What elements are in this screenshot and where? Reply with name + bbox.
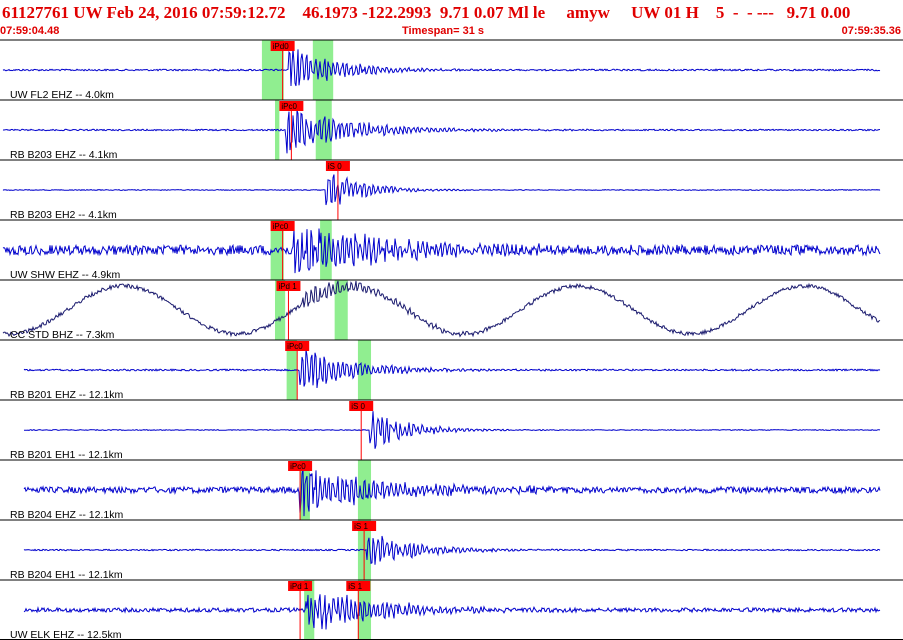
station-label: UW FL2 EHZ -- 4.0km [10,89,114,101]
waveform-trace [2,280,881,338]
pick-label: iPd 1 [278,282,297,291]
pick-label: iPd 1 [290,582,309,591]
waveform-trace [23,535,881,565]
pick-label: iPc0 [273,222,289,231]
station-label: UW ELK EHZ -- 12.5km [10,629,122,640]
waveform-trace [23,594,881,630]
station-label: RB B201 EHZ -- 12.1km [10,389,123,401]
pick-label: iS 1 [354,522,368,531]
seismogram-viewer: 61127761 UW Feb 24, 2016 07:59:12.72 46.… [0,0,903,640]
waveform-trace [23,411,881,449]
waveform-panel[interactable]: iPd0 UW FL2 EHZ -- 4.0km iPc0 RB B203 EHZ -… [0,0,903,640]
waveform-trace [2,174,881,206]
pick-label: iPc0 [290,462,306,471]
waveform-trace [2,228,881,274]
station-label: RB B203 EHZ -- 4.1km [10,149,118,161]
waveform-trace [2,48,881,87]
station-label: RB B204 EH1 -- 12.1km [10,569,123,581]
waveform-trace [23,349,881,389]
station-label: RB B203 EH2 -- 4.1km [10,209,117,221]
arrival-window [357,340,372,400]
pick-label: iS 0 [351,402,365,411]
pick-label: iPc0 [287,342,303,351]
pick-label: iPc0 [281,102,297,111]
station-label: UW SHW EHZ -- 4.9km [10,269,120,281]
station-label: RB B204 EHZ -- 12.1km [10,509,123,521]
waveform-trace [23,468,881,517]
waveform-trace [2,110,881,154]
station-label: RB B201 EH1 -- 12.1km [10,449,123,461]
pick-label: iS 0 [328,162,342,171]
pick-label: iS 1 [348,582,362,591]
station-label: CC STD BHZ -- 7.3km [10,329,115,341]
pick-label: iPd0 [273,42,290,51]
